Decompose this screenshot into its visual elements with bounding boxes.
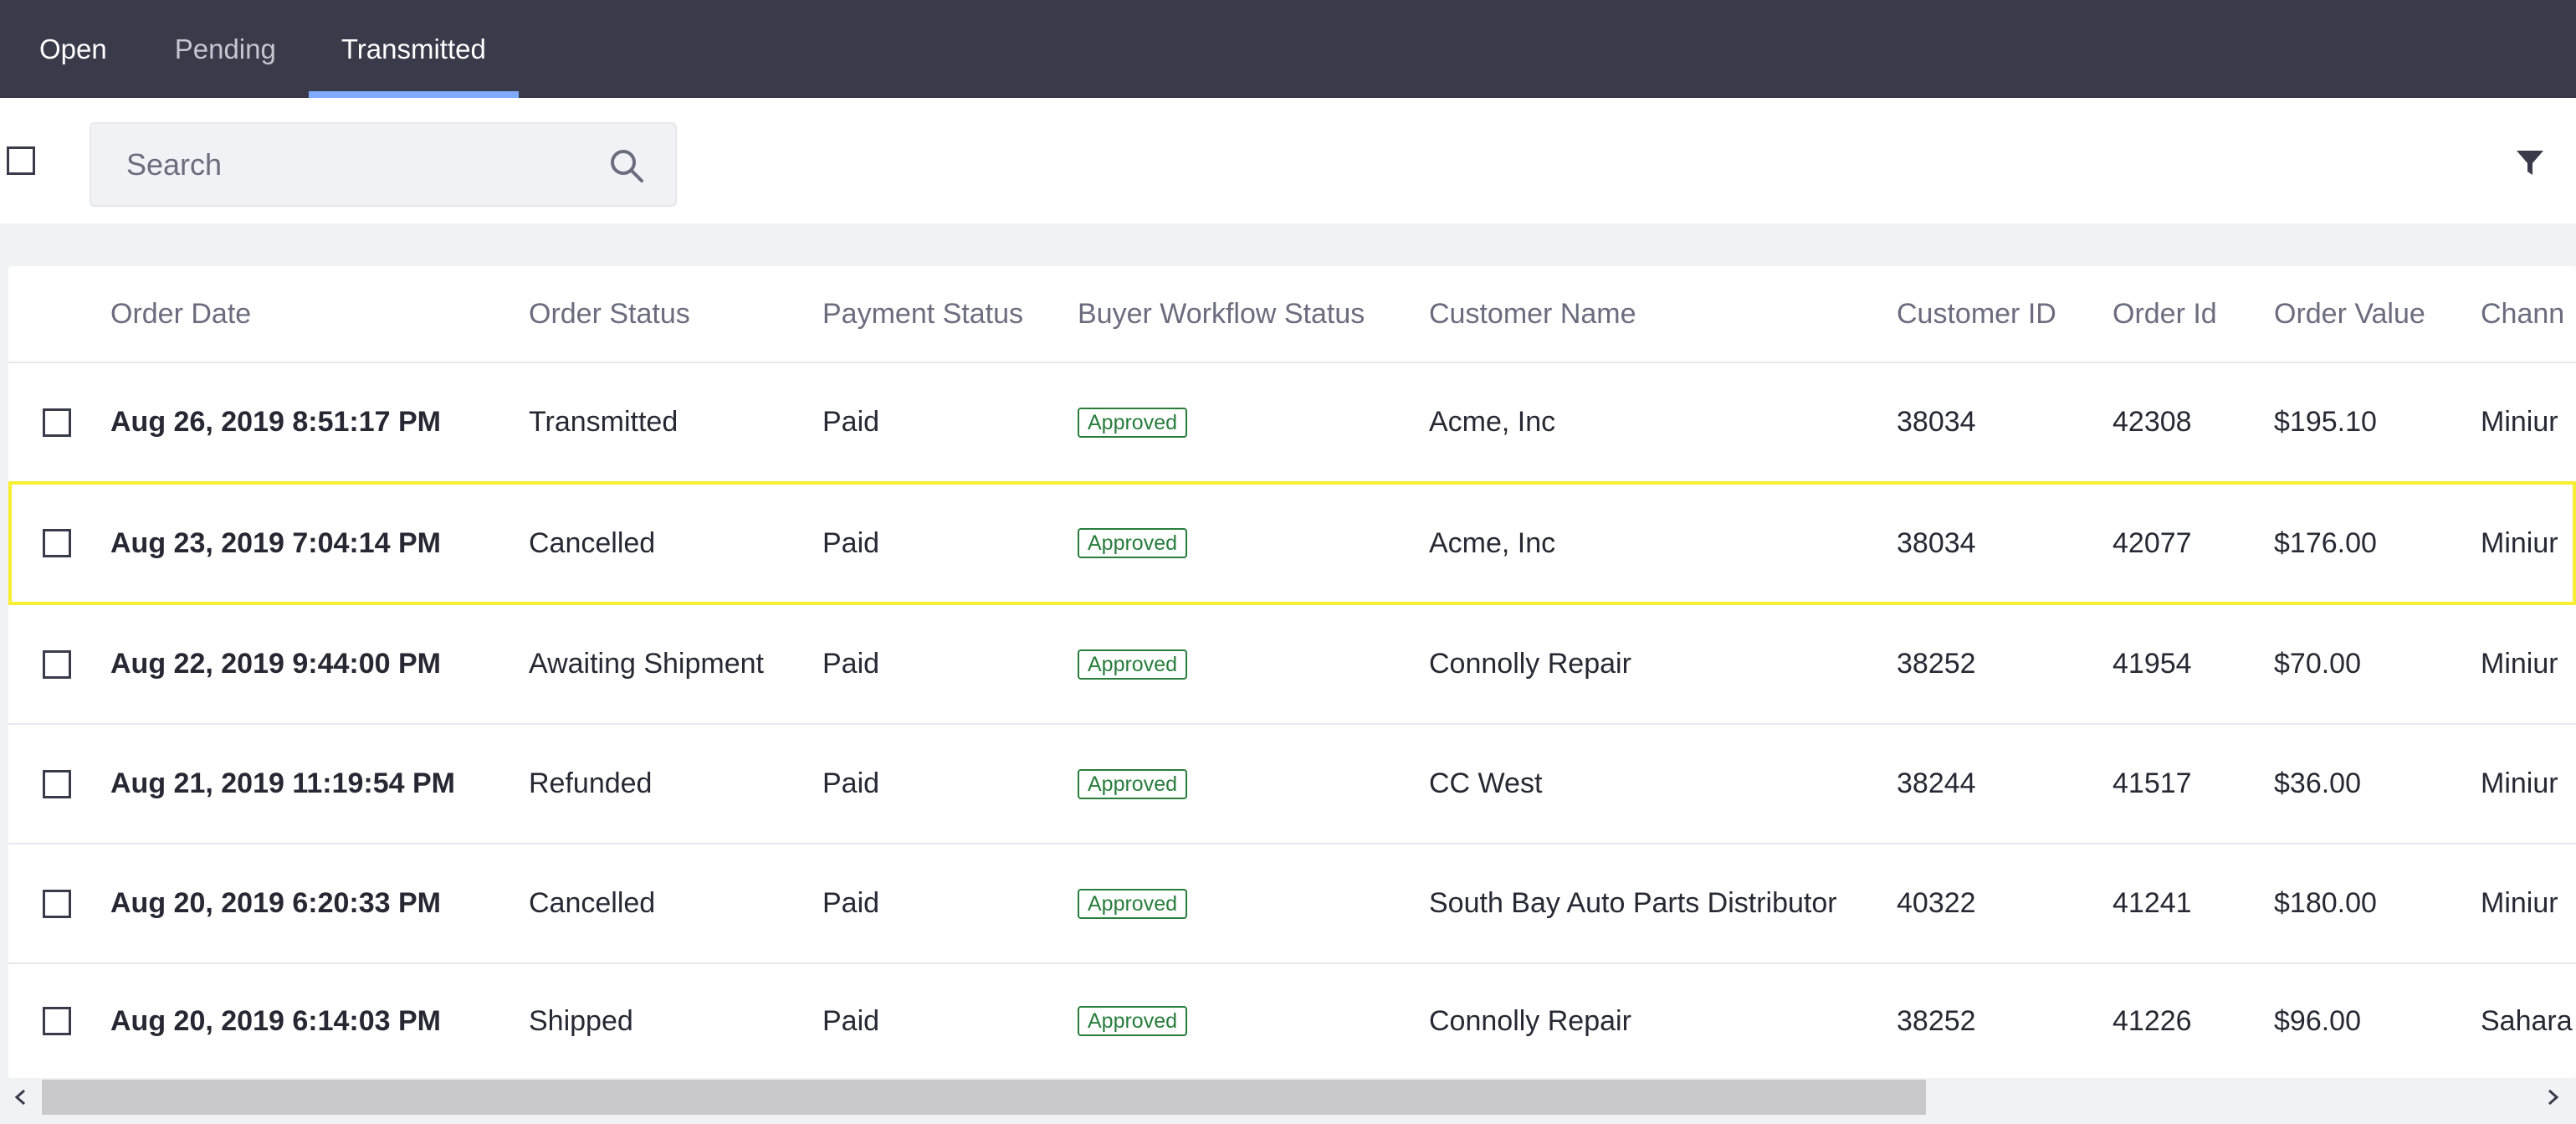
customer-name: Connolly Repair — [1429, 1004, 1631, 1037]
order-id: 42308 — [2113, 406, 2192, 438]
table-row-highlighted[interactable]: Aug 23, 2019 7:04:14 PM Cancelled Paid A… — [8, 481, 2576, 605]
filter-icon[interactable] — [2515, 148, 2545, 178]
orders-table: Order Date Order Status Payment Status B… — [8, 266, 2576, 1078]
order-value: $180.00 — [2274, 887, 2377, 919]
order-id: 41241 — [2113, 887, 2192, 919]
table-row[interactable]: Aug 20, 2019 6:14:03 PM Shipped Paid App… — [8, 964, 2576, 1078]
top-nav: Open Pending Transmitted — [0, 0, 2576, 98]
customer-name: Acme, Inc — [1429, 526, 1556, 559]
order-value: $195.10 — [2274, 406, 2377, 438]
payment-status: Paid — [822, 526, 880, 559]
payment-status: Paid — [822, 887, 880, 919]
customer-name: CC West — [1429, 767, 1543, 799]
order-id: 41226 — [2113, 1004, 2192, 1037]
order-status: Awaiting Shipment — [529, 648, 764, 680]
order-status: Shipped — [529, 1004, 633, 1037]
order-value: $176.00 — [2274, 526, 2377, 559]
channel: Miniur — [2481, 406, 2558, 438]
payment-status: Paid — [822, 767, 880, 799]
tab-transmitted[interactable]: Transmitted — [308, 0, 519, 98]
row-checkbox[interactable] — [43, 1007, 71, 1035]
workflow-status-badge: Approved — [1078, 407, 1188, 438]
customer-id: 38252 — [1897, 648, 1976, 680]
table-row[interactable]: Aug 20, 2019 6:20:33 PM Cancelled Paid A… — [8, 844, 2576, 964]
customer-id: 38244 — [1897, 767, 1976, 799]
order-status: Cancelled — [529, 526, 656, 559]
column-header-channel[interactable]: Chann — [2481, 266, 2564, 362]
order-status: Refunded — [529, 767, 653, 799]
chevron-right-icon[interactable] — [2543, 1088, 2562, 1106]
column-header-buyer-workflow-status[interactable]: Buyer Workflow Status — [1078, 266, 1365, 362]
order-date: Aug 21, 2019 11:19:54 PM — [110, 767, 456, 799]
row-checkbox[interactable] — [43, 769, 71, 798]
column-header-order-value[interactable]: Order Value — [2274, 266, 2425, 362]
payment-status: Paid — [822, 648, 880, 680]
row-checkbox[interactable] — [43, 889, 71, 918]
workflow-status-badge: Approved — [1078, 649, 1188, 680]
horizontal-scrollbar[interactable] — [0, 1078, 2576, 1124]
column-header-order-id[interactable]: Order Id — [2113, 266, 2217, 362]
row-checkbox[interactable] — [43, 529, 71, 557]
workflow-status-badge: Approved — [1078, 888, 1188, 919]
chevron-left-icon[interactable] — [12, 1088, 30, 1106]
table-header: Order Date Order Status Payment Status B… — [8, 266, 2576, 363]
tab-pending[interactable]: Pending — [142, 0, 309, 98]
payment-status: Paid — [822, 406, 880, 438]
column-header-payment-status[interactable]: Payment Status — [822, 266, 1023, 362]
table-row[interactable]: Aug 22, 2019 9:44:00 PM Awaiting Shipmen… — [8, 605, 2576, 725]
scrollbar-thumb[interactable] — [42, 1080, 1926, 1115]
order-date: Aug 22, 2019 9:44:00 PM — [110, 648, 441, 680]
order-date: Aug 26, 2019 8:51:17 PM — [110, 406, 441, 438]
channel: Miniur — [2481, 648, 2558, 680]
order-status: Cancelled — [529, 887, 656, 919]
customer-name: South Bay Auto Parts Distributor — [1429, 887, 1837, 919]
payment-status: Paid — [822, 1004, 880, 1037]
workflow-status-badge: Approved — [1078, 768, 1188, 799]
row-checkbox[interactable] — [43, 649, 71, 679]
table-row[interactable]: Aug 26, 2019 8:51:17 PM Transmitted Paid… — [8, 363, 2576, 483]
column-header-order-status[interactable]: Order Status — [529, 266, 690, 362]
table-row[interactable]: Aug 21, 2019 11:19:54 PM Refunded Paid A… — [8, 725, 2576, 844]
search-icon[interactable] — [608, 147, 645, 184]
channel: Miniur — [2481, 767, 2558, 799]
workflow-status-badge: Approved — [1078, 1006, 1188, 1036]
column-header-order-date[interactable]: Order Date — [110, 266, 251, 362]
order-id: 41517 — [2113, 767, 2192, 799]
customer-name: Connolly Repair — [1429, 648, 1631, 680]
order-date: Aug 23, 2019 7:04:14 PM — [110, 526, 441, 559]
search-box[interactable] — [90, 122, 677, 207]
workflow-status-badge: Approved — [1078, 528, 1188, 558]
customer-id: 38034 — [1897, 526, 1976, 559]
select-all-checkbox[interactable] — [7, 146, 35, 175]
channel: Miniur — [2481, 887, 2558, 919]
channel: Miniur — [2481, 526, 2558, 559]
column-header-customer-id[interactable]: Customer ID — [1897, 266, 2056, 362]
customer-id: 40322 — [1897, 887, 1976, 919]
order-value: $96.00 — [2274, 1004, 2361, 1037]
customer-id: 38034 — [1897, 406, 1976, 438]
order-value: $70.00 — [2274, 648, 2361, 680]
column-header-customer-name[interactable]: Customer Name — [1429, 266, 1636, 362]
row-checkbox[interactable] — [43, 408, 71, 437]
customer-name: Acme, Inc — [1429, 406, 1556, 438]
channel: Sahara — [2481, 1004, 2573, 1037]
tab-open[interactable]: Open — [7, 0, 142, 98]
toolbar — [0, 98, 2576, 223]
order-id: 42077 — [2113, 526, 2192, 559]
order-status: Transmitted — [529, 406, 679, 438]
customer-id: 38252 — [1897, 1004, 1976, 1037]
order-id: 41954 — [2113, 648, 2192, 680]
search-input[interactable] — [125, 124, 593, 205]
order-value: $36.00 — [2274, 767, 2361, 799]
order-date: Aug 20, 2019 6:20:33 PM — [110, 887, 441, 919]
order-date: Aug 20, 2019 6:14:03 PM — [110, 1004, 441, 1037]
